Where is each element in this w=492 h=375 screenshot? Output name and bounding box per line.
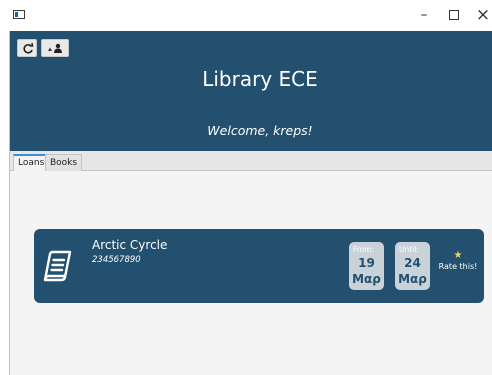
tab-loans[interactable]: Loans [13,154,50,171]
book-icon [43,250,72,282]
book-isbn: 234567890 [92,255,141,265]
user-icon [48,43,62,53]
star-icon: ★ [453,250,463,261]
book-title: Arctic Cyrcle [92,238,168,252]
header: Library ECE Welcome, kreps! [10,31,492,151]
welcome-message: Welcome, kreps! [207,123,313,138]
loans-panel: Arctic Cyrcle 234567890 From: 19 Μαρ Unt… [10,171,492,375]
maximize-icon [449,10,459,20]
title-bar: – × [0,0,492,31]
from-day: 19 [358,256,375,270]
maximize-button[interactable] [441,3,467,27]
tab-books[interactable]: Books [45,154,83,171]
until-month: Μαρ [398,272,427,286]
refresh-button[interactable] [17,39,37,57]
until-day: 24 [404,256,421,270]
from-label: From: [353,245,375,254]
close-button[interactable]: × [470,3,492,27]
user-button[interactable] [41,39,69,57]
from-date-box: From: 19 Μαρ [349,242,384,290]
until-label: Until: [399,245,419,254]
app-icon [13,10,25,19]
refresh-icon [23,42,34,54]
tab-bar: Loans Books [10,151,492,171]
app-title: Library ECE [202,67,318,91]
minimize-button[interactable]: – [411,3,437,27]
rate-button[interactable]: ★ Rate this! [436,250,480,271]
until-date-box: Until: 24 Μαρ [395,242,430,290]
loan-card[interactable]: Arctic Cyrcle 234567890 From: 19 Μαρ Unt… [34,229,484,303]
from-month: Μαρ [352,272,381,286]
rate-label: Rate this! [438,262,478,271]
app-window: Library ECE Welcome, kreps! Loans Books … [9,31,492,375]
